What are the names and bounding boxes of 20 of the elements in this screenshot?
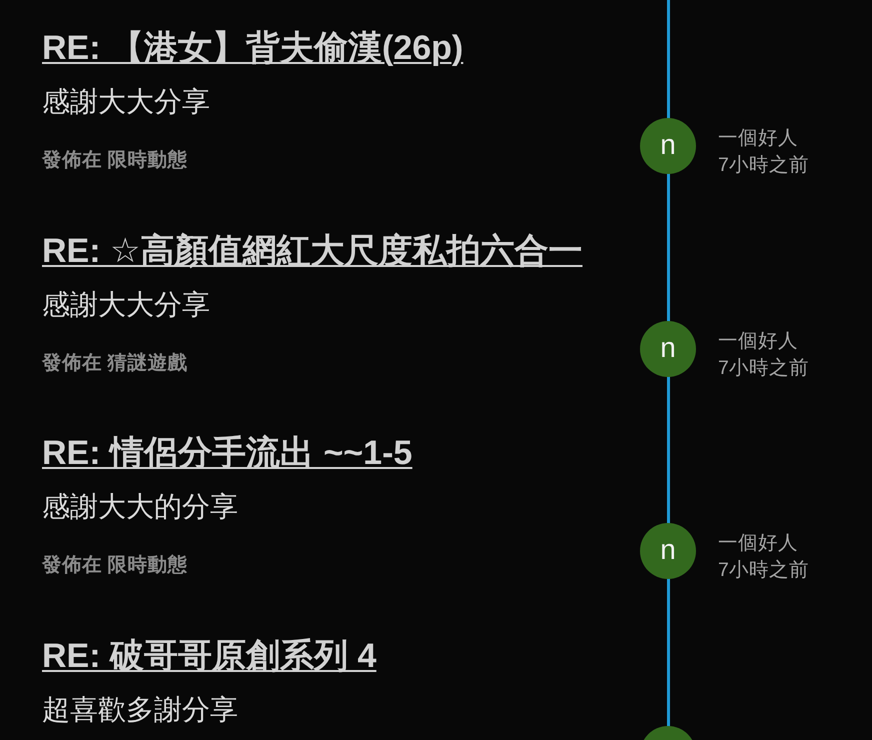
author-name: 一個好人: [718, 531, 798, 556]
reply-time: 7小時之前: [718, 153, 809, 178]
posted-in-text: 發佈在 限時動態: [42, 148, 188, 173]
author-name: 一個好人: [718, 328, 798, 354]
post-title-link[interactable]: RE: 情侶分手流出 ~~1-5: [42, 433, 412, 473]
reply-excerpt: 超喜歡多謝分享: [42, 692, 238, 726]
posted-in-text: 發佈在 限時動態: [42, 553, 188, 578]
post-title-link[interactable]: RE: 【港女】背夫偷漢(26p): [42, 28, 464, 68]
letter-avatar: n: [640, 523, 696, 579]
reply-time: 7小時之前: [718, 356, 809, 380]
posted-in-text: 發佈在 猜謎遊戲: [42, 350, 188, 376]
reply-time: 7小時之前: [718, 558, 809, 583]
reply-excerpt: 感謝大大分享: [42, 288, 210, 322]
reply-excerpt: 感謝大大分享: [42, 85, 210, 119]
author-name: 一個好人: [718, 126, 798, 151]
post-title-link[interactable]: RE: 破哥哥原創系列 4: [42, 636, 376, 676]
post-title-link[interactable]: RE: ☆高顏值網紅大尺度私拍六合一: [42, 230, 582, 270]
letter-avatar: n: [640, 320, 696, 376]
letter-avatar: n: [640, 118, 696, 174]
reply-excerpt: 感謝大大的分享: [42, 490, 238, 524]
